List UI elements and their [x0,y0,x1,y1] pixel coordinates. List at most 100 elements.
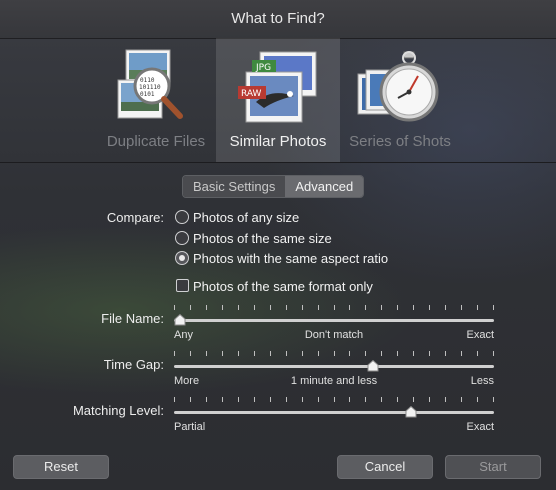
slider-tick [302,397,303,402]
slider-tick [222,351,223,356]
radio-same-size[interactable] [175,231,189,245]
similar-photos-icon: JPG RAW [238,51,317,123]
slider-tick [349,305,350,310]
same-format-label: Photos of the same format only [193,279,373,294]
slider-tick [270,351,271,356]
slider-tick [397,397,398,402]
option-same-size: Photos of the same size [193,231,332,246]
slider-tick [190,305,191,310]
slider-tick [206,397,207,402]
slider-tick [349,397,350,402]
slider-tick [493,351,494,356]
what-to-find-dialog: What to Find? 0110 101110 0101 Duplicate… [0,0,556,490]
slider-tick [477,397,478,402]
slider-tick [222,305,223,310]
slider-track [174,319,494,322]
slider-tick [190,397,191,402]
svg-text:0101: 0101 [140,91,155,98]
file-name-max-label: Exact [466,329,494,341]
time-gap-label: Time Gap: [103,357,164,372]
duplicate-files-icon: 0110 101110 0101 [117,49,183,119]
slider-tick [254,397,255,402]
slider-tick [445,351,446,356]
slider-tick [174,397,175,402]
slider-tick [381,397,382,402]
slider-tick [493,305,494,310]
time-gap-max-label: Less [470,375,494,387]
slider-tick [302,351,303,356]
slider-tick [334,397,335,402]
slider-tick [318,397,319,402]
slider-tick [429,351,430,356]
file-name-min-label: Any [174,329,193,341]
matching-level-min-label: Partial [174,421,206,433]
tab-advanced[interactable]: Advanced [285,176,364,197]
radio-same-aspect-ratio[interactable] [175,251,189,265]
stopwatch-icon [357,51,439,122]
slider-tick [461,305,462,310]
slider-tick [238,305,239,310]
slider-tick [174,351,175,356]
mode-label: Duplicate Files [106,133,206,150]
slider-tick [381,351,382,356]
reset-button[interactable]: Reset [13,455,109,479]
slider-tick [477,351,478,356]
cancel-button[interactable]: Cancel [337,455,433,479]
start-button[interactable]: Start [445,455,541,479]
dialog-title: What to Find? [0,0,556,39]
slider-tick [286,397,287,402]
file-name-mid-label: Don't match [304,329,364,341]
slider-track [174,411,494,414]
matching-level-slider[interactable] [174,397,494,437]
slider-tick [381,305,382,310]
slider-knob[interactable] [367,360,379,372]
slider-tick [445,305,446,310]
mode-series-of-shots[interactable]: Series of Shots [338,38,462,162]
settings-tabs: Basic Settings Advanced [182,175,365,198]
raw-badge: RAW [241,89,262,99]
slider-tick [318,351,319,356]
slider-tick [365,351,366,356]
slider-tick [365,305,366,310]
slider-knob[interactable] [405,406,417,418]
radio-any-size[interactable] [175,210,189,224]
slider-tick [445,397,446,402]
mode-similar-photos[interactable]: JPG RAW Similar Photos [216,38,340,162]
mode-label: Similar Photos [229,133,327,150]
slider-tick [270,397,271,402]
option-any-size: Photos of any size [193,210,300,225]
same-format-checkbox[interactable] [176,279,189,292]
slider-tick [254,305,255,310]
mode-selector: 0110 101110 0101 Duplicate Files JPG RAW [0,38,556,163]
slider-tick [174,305,175,310]
slider-tick [397,305,398,310]
slider-tick [270,305,271,310]
slider-tick [429,305,430,310]
slider-tick [238,351,239,356]
slider-tick [397,351,398,356]
slider-tick [222,397,223,402]
option-same-aspect-ratio: Photos with the same aspect ratio [193,251,389,266]
tab-basic-settings[interactable]: Basic Settings [183,176,286,197]
compare-label: Compare: [106,210,164,225]
slider-track [174,365,494,368]
slider-tick [318,305,319,310]
slider-tick [349,351,350,356]
slider-tick [413,397,414,402]
svg-text:101110: 101110 [139,84,161,91]
slider-tick [493,397,494,402]
slider-knob[interactable] [174,314,186,326]
slider-tick [206,305,207,310]
mode-duplicate-files[interactable]: 0110 101110 0101 Duplicate Files [94,38,218,162]
time-gap-mid-label: 1 minute and less [290,375,378,387]
svg-text:0110: 0110 [140,77,155,84]
slider-tick [190,351,191,356]
slider-tick [413,351,414,356]
file-name-label: File Name: [101,311,164,326]
slider-tick [334,305,335,310]
time-gap-min-label: More [174,375,200,387]
slider-tick [302,305,303,310]
slider-tick [206,351,207,356]
slider-tick [238,397,239,402]
jpg-badge: JPG [255,63,271,73]
